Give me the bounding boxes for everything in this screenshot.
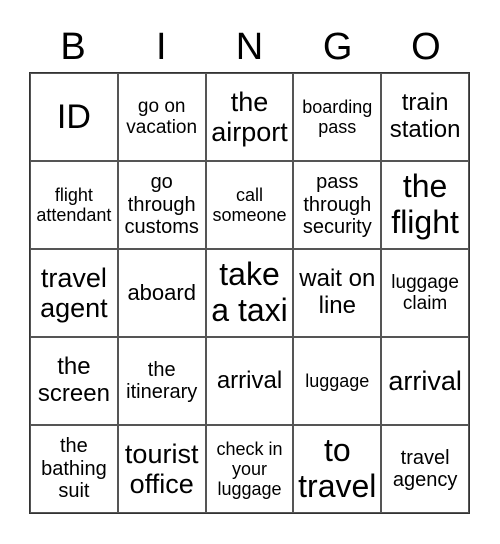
bingo-cell[interactable]: tourist office: [117, 425, 206, 513]
bingo-cell[interactable]: call someone: [205, 161, 294, 249]
bingo-cell[interactable]: the airport: [205, 73, 294, 161]
bingo-cell[interactable]: pass through security: [293, 161, 382, 249]
header-letter-i: I: [156, 26, 167, 68]
bingo-cell[interactable]: luggage claim: [381, 249, 469, 337]
bingo-cell[interactable]: flight attendant: [30, 161, 118, 249]
bingo-cell[interactable]: luggage: [293, 337, 382, 425]
header-letter-o: O: [411, 26, 441, 68]
bingo-cell[interactable]: to travel: [293, 425, 382, 513]
bingo-cell[interactable]: the flight: [381, 161, 469, 249]
bingo-cell[interactable]: the itinerary: [117, 337, 206, 425]
bingo-cell[interactable]: travel agency: [381, 425, 469, 513]
bingo-cell[interactable]: the bathing suit: [30, 425, 118, 513]
bingo-cell[interactable]: wait on line: [293, 249, 382, 337]
bingo-header: B I N G O: [29, 22, 470, 72]
bingo-cell[interactable]: check in your luggage: [205, 425, 294, 513]
bingo-cell[interactable]: the screen: [30, 337, 118, 425]
bingo-cell[interactable]: go on vacation: [117, 73, 206, 161]
bingo-cell[interactable]: arrival: [381, 337, 469, 425]
bingo-cell[interactable]: go through customs: [117, 161, 206, 249]
bingo-cell[interactable]: train station: [381, 73, 469, 161]
bingo-cell[interactable]: aboard: [117, 249, 206, 337]
header-letter-b: B: [60, 26, 86, 68]
bingo-cell[interactable]: ID: [30, 73, 118, 161]
bingo-cell[interactable]: take a taxi: [205, 249, 294, 337]
header-letter-n: N: [235, 26, 264, 68]
bingo-cell[interactable]: boarding pass: [293, 73, 382, 161]
bingo-cell[interactable]: arrival: [205, 337, 294, 425]
bingo-cell[interactable]: travel agent: [30, 249, 118, 337]
bingo-card: ID go on vacation the airport boarding p…: [29, 72, 470, 514]
header-letter-g: G: [322, 26, 353, 68]
